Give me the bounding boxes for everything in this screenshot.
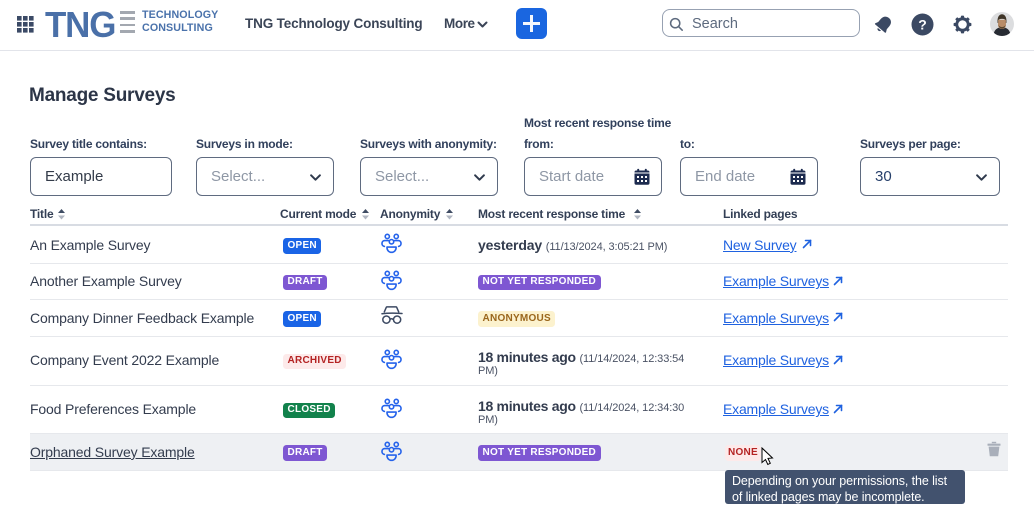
svg-text:?: ? <box>918 16 927 32</box>
